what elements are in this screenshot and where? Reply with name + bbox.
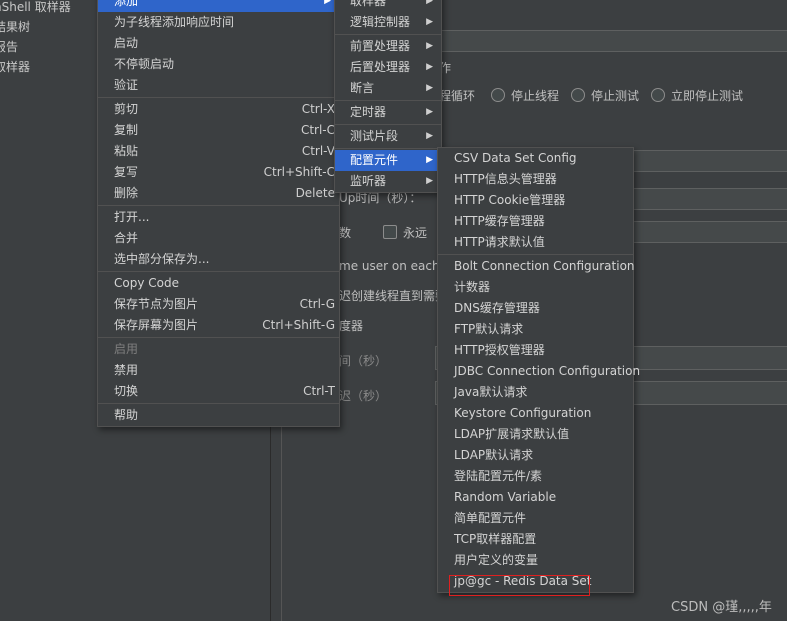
menu-item-logic-controller[interactable]: 逻辑控制器 ▶ xyxy=(335,12,441,33)
menu-item-http-header-manager[interactable]: HTTP信息头管理器 xyxy=(438,169,633,190)
menu-item-help[interactable]: 帮助 xyxy=(98,405,339,426)
forever-checkbox[interactable]: 永远 xyxy=(383,224,427,242)
menu-item-validate[interactable]: 验证 xyxy=(98,75,339,96)
menu-item-disable[interactable]: 禁用 xyxy=(98,360,339,381)
chevron-right-icon: ▶ xyxy=(324,0,331,6)
menu-item-delete[interactable]: 删除 Delete xyxy=(98,183,339,204)
tree-item-report[interactable]: 报告 xyxy=(0,37,18,57)
menu-item-cut[interactable]: 剪切 Ctrl-X xyxy=(98,99,339,120)
menu-item-copy-code[interactable]: Copy Code xyxy=(98,273,339,294)
menu-item-jdbc-connection-config[interactable]: JDBC Connection Configuration xyxy=(438,361,640,382)
context-menu: 添加 ▶ 为子线程添加响应时间 启动 不停顿启动 验证 剪切 Ctrl-X 复制 Ct… xyxy=(97,0,340,427)
menu-item-paste[interactable]: 粘贴 Ctrl-V xyxy=(98,141,339,162)
test-plan-tree: nShell 取样器 结果树 报告 取样器 xyxy=(0,0,100,621)
radio-icon xyxy=(651,88,665,102)
menu-separator xyxy=(335,34,441,35)
panel-divider xyxy=(281,410,282,621)
menu-separator xyxy=(98,271,339,272)
watermark: CSDN @瑾,,,,,年 xyxy=(671,600,772,615)
menu-item-tcp-sampler-config[interactable]: TCP取样器配置 xyxy=(438,529,633,550)
startup-delay-label: 迟（秒） xyxy=(339,389,388,403)
chevron-right-icon: ▶ xyxy=(426,176,433,186)
name-field[interactable] xyxy=(437,30,787,52)
menu-item-http-request-defaults[interactable]: HTTP请求默认值 xyxy=(438,232,633,253)
menu-item-http-auth-manager[interactable]: HTTP授权管理器 xyxy=(438,340,633,361)
tree-item-sampler[interactable]: 取样器 xyxy=(0,57,30,77)
menu-item-csv-data-set-config[interactable]: CSV Data Set Config xyxy=(438,148,633,169)
menu-item-ldap-ext-defaults[interactable]: LDAP扩展请求默认值 xyxy=(438,424,633,445)
menu-item-enable: 启用 xyxy=(114,342,139,356)
menu-item-listener[interactable]: 监听器 ▶ xyxy=(335,171,441,192)
menu-item-counter[interactable]: 计数器 xyxy=(438,277,633,298)
config-element-submenu: CSV Data Set Config HTTP信息头管理器 HTTP Cook… xyxy=(437,147,640,593)
menu-item-bolt-connection-config[interactable]: Bolt Connection Configuration xyxy=(438,256,635,277)
menu-separator xyxy=(98,403,339,404)
delay-thread-label: 迟创建线程直到需要 xyxy=(339,289,448,303)
menu-item-toggle[interactable]: 切换 Ctrl-T xyxy=(98,381,339,402)
menu-item-start[interactable]: 启动 xyxy=(98,33,339,54)
menu-item-post-processor[interactable]: 后置处理器 ▶ xyxy=(335,57,441,78)
menu-item-java-request-defaults[interactable]: Java默认请求 xyxy=(438,382,633,403)
menu-item-start-no-pauses[interactable]: 不停顿启动 xyxy=(98,54,339,75)
menu-item-ftp-request-defaults[interactable]: FTP默认请求 xyxy=(438,319,633,340)
menu-item-duplicate[interactable]: 复写 Ctrl+Shift-C xyxy=(98,162,339,183)
menu-item-assertion[interactable]: 断言 ▶ xyxy=(335,78,441,99)
chevron-right-icon: ▶ xyxy=(426,17,433,27)
stop-test-now-radio[interactable]: 立即停止测试 xyxy=(651,87,743,105)
menu-separator xyxy=(335,124,441,125)
menu-item-save-node-image[interactable]: 保存节点为图片 Ctrl-G xyxy=(98,294,339,315)
menu-item-add-response-time[interactable]: 为子线程添加响应时间 xyxy=(98,12,339,33)
loop-count-label: 数 xyxy=(339,226,352,240)
radio-icon xyxy=(571,88,585,102)
menu-item-redis-data-set[interactable]: jp@gc - Redis Data Set xyxy=(438,571,633,592)
menu-separator xyxy=(98,205,339,206)
menu-item-simple-config[interactable]: 简单配置元件 xyxy=(438,508,633,529)
chevron-right-icon: ▶ xyxy=(426,83,433,93)
menu-item-dns-cache-manager[interactable]: DNS缓存管理器 xyxy=(438,298,633,319)
menu-separator xyxy=(98,97,339,98)
chevron-right-icon: ▶ xyxy=(426,131,433,141)
menu-item-copy[interactable]: 复制 Ctrl-C xyxy=(98,120,339,141)
menu-item-timer[interactable]: 定时器 ▶ xyxy=(335,102,441,123)
chevron-right-icon: ▶ xyxy=(426,62,433,72)
radio-icon xyxy=(491,88,505,102)
menu-item-user-defined-variables[interactable]: 用户定义的变量 xyxy=(438,550,633,571)
checkbox-icon xyxy=(383,225,397,239)
menu-item-ldap-defaults[interactable]: LDAP默认请求 xyxy=(438,445,633,466)
tree-item-results-tree[interactable]: 结果树 xyxy=(0,17,30,37)
menu-separator xyxy=(335,148,441,149)
menu-item-http-cache-manager[interactable]: HTTP缓存管理器 xyxy=(438,211,633,232)
duration-label: 间（秒） xyxy=(339,354,388,368)
chevron-right-icon: ▶ xyxy=(426,0,433,6)
menu-item-http-cookie-manager[interactable]: HTTP Cookie管理器 xyxy=(438,190,633,211)
menu-item-pre-processor[interactable]: 前置处理器 ▶ xyxy=(335,36,441,57)
menu-item-add[interactable]: 添加 ▶ xyxy=(98,0,339,12)
menu-item-merge[interactable]: 合并 xyxy=(98,228,339,249)
menu-item-save-selection-as[interactable]: 选中部分保存为... xyxy=(98,249,339,270)
chevron-right-icon: ▶ xyxy=(426,41,433,51)
menu-item-random-variable[interactable]: Random Variable xyxy=(438,487,633,508)
chevron-right-icon: ▶ xyxy=(426,155,433,165)
menu-separator xyxy=(438,254,633,255)
chevron-right-icon: ▶ xyxy=(426,107,433,117)
menu-separator xyxy=(98,337,339,338)
scheduler-label: 度器 xyxy=(339,319,364,333)
loop-radio-label: 程循环 xyxy=(439,89,476,103)
menu-item-save-screen-image[interactable]: 保存屏幕为图片 Ctrl+Shift-G xyxy=(98,315,339,336)
menu-item-test-fragment[interactable]: 测试片段 ▶ xyxy=(335,126,441,147)
same-user-label: me user on each it xyxy=(339,259,452,273)
menu-item-keystore-config[interactable]: Keystore Configuration xyxy=(438,403,633,424)
tree-item-beanshell-sampler[interactable]: nShell 取样器 xyxy=(0,0,71,17)
stop-thread-radio[interactable]: 停止线程 xyxy=(491,87,559,105)
stop-test-radio[interactable]: 停止测试 xyxy=(571,87,639,105)
menu-item-config-element[interactable]: 配置元件 ▶ xyxy=(335,150,441,171)
menu-item-open[interactable]: 打开... xyxy=(98,207,339,228)
add-submenu: 取样器 ▶ 逻辑控制器 ▶ 前置处理器 ▶ 后置处理器 ▶ 断言 ▶ 定时器 ▶ 测试片段 ▶… xyxy=(334,0,442,193)
menu-item-login-config[interactable]: 登陆配置元件/素 xyxy=(438,466,633,487)
menu-item-sampler[interactable]: 取样器 ▶ xyxy=(335,0,441,12)
menu-separator xyxy=(335,100,441,101)
